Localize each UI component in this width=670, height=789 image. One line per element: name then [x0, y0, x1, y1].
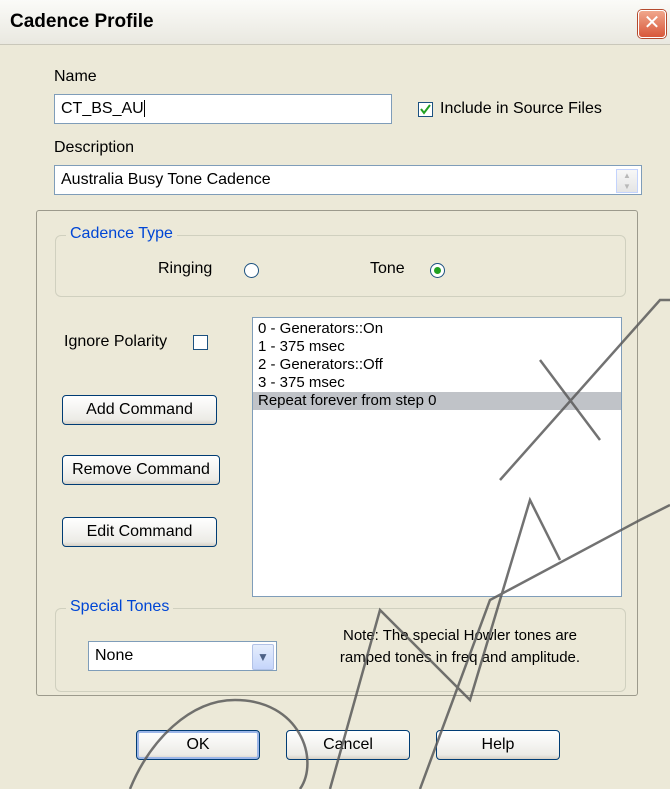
ignore-polarity-checkbox[interactable]: [193, 335, 208, 350]
check-icon: [420, 104, 431, 115]
text-caret: [143, 100, 145, 118]
name-label: Name: [54, 68, 97, 85]
name-field[interactable]: CT_BS_AU: [54, 94, 392, 124]
title-bar: Cadence Profile ✕: [0, 0, 670, 45]
special-tones-title: Special Tones: [66, 598, 174, 616]
list-item-selected[interactable]: Repeat forever from step 0: [253, 392, 621, 410]
close-button[interactable]: ✕: [638, 10, 666, 38]
special-tones-value: None: [95, 647, 134, 664]
ringing-radio[interactable]: [244, 263, 259, 278]
radio-selected-dot: [434, 267, 441, 274]
scroll-arrows-icon[interactable]: ▲ ▼: [616, 169, 638, 193]
help-button[interactable]: Help: [436, 730, 560, 760]
list-item[interactable]: 1 - 375 msec: [253, 338, 621, 356]
list-item[interactable]: 2 - Generators::Off: [253, 356, 621, 374]
description-field[interactable]: Australia Busy Tone Cadence ▲ ▼: [54, 165, 642, 195]
tone-label: Tone: [370, 260, 405, 277]
window-title: Cadence Profile: [10, 11, 154, 32]
add-command-button[interactable]: Add Command: [62, 395, 217, 425]
special-tones-note: Note: The special Howler tones are rampe…: [300, 625, 620, 669]
name-value: CT_BS_AU: [61, 100, 144, 117]
include-source-label: Include in Source Files: [440, 100, 602, 117]
list-item[interactable]: 3 - 375 msec: [253, 374, 621, 392]
include-source-checkbox[interactable]: [418, 102, 433, 117]
description-value: Australia Busy Tone Cadence: [61, 171, 271, 188]
tone-radio[interactable]: [430, 263, 445, 278]
special-tones-select[interactable]: None ▼: [88, 641, 277, 671]
edit-command-button[interactable]: Edit Command: [62, 517, 217, 547]
note-line-2: ramped tones in freq and amplitude.: [339, 649, 581, 666]
remove-command-button[interactable]: Remove Command: [62, 455, 220, 485]
cancel-button[interactable]: Cancel: [286, 730, 410, 760]
ok-button[interactable]: OK: [136, 730, 260, 760]
description-label: Description: [54, 139, 135, 156]
close-icon: ✕: [643, 12, 661, 34]
cadence-type-group: Cadence Type: [55, 225, 626, 297]
list-item[interactable]: 0 - Generators::On: [253, 320, 621, 338]
note-line-1: Note: The special Howler tones are: [342, 627, 577, 644]
ignore-polarity-label: Ignore Polarity: [64, 333, 168, 350]
ringing-label: Ringing: [158, 260, 213, 277]
chevron-down-icon[interactable]: ▼: [252, 644, 274, 670]
command-list[interactable]: 0 - Generators::On 1 - 375 msec 2 - Gene…: [252, 317, 622, 597]
cadence-type-title: Cadence Type: [66, 225, 177, 243]
